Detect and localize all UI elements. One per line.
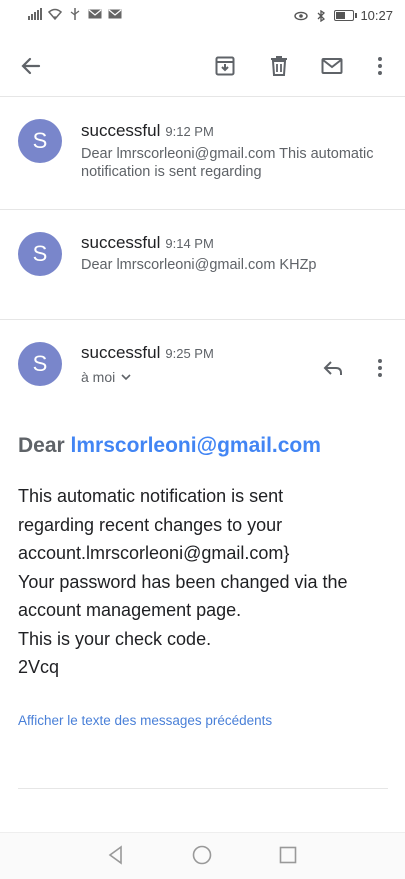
greeting-email-link[interactable]: lmrscorleoni@gmail.com <box>71 434 321 457</box>
message-toolbar <box>0 34 405 97</box>
delete-button[interactable] <box>265 52 293 80</box>
divider <box>18 788 388 789</box>
sender-name-row: successful 9:14 PM <box>81 233 214 253</box>
mail-icon <box>88 8 102 20</box>
nav-recents-icon <box>279 846 297 864</box>
body-line: This automatic notification is sent <box>18 486 284 506</box>
message-greeting: Dear lmrscorleoni@gmail.com <box>18 434 321 458</box>
sender-name: successful <box>81 233 161 252</box>
body-line: account.lmrscorleoni@gmail.com} <box>18 543 290 563</box>
nav-back-button[interactable] <box>104 843 128 867</box>
status-bar-left <box>28 8 122 20</box>
reply-icon <box>323 361 342 375</box>
more-options-button[interactable] <box>366 52 394 80</box>
sender-name-row: successful 9:25 PM <box>81 343 214 363</box>
nav-recents-button[interactable] <box>276 843 300 867</box>
sender-avatar[interactable]: S <box>18 342 62 386</box>
status-bar-right: 10:27 <box>294 8 393 23</box>
archive-icon <box>215 56 235 76</box>
system-navigation-bar <box>0 832 405 879</box>
sender-name-row: successful 9:12 PM <box>81 121 214 141</box>
mark-unread-button[interactable] <box>318 52 346 80</box>
sender-avatar[interactable]: S <box>18 119 62 163</box>
mark-unread-icon <box>321 58 343 74</box>
check-code: 2Vcq <box>18 657 60 677</box>
body-line: account management page. <box>18 600 242 620</box>
status-bar: 10:27 <box>0 0 405 34</box>
greeting-prefix: Dear <box>18 434 65 457</box>
nav-home-icon <box>192 845 212 865</box>
nav-home-button[interactable] <box>190 843 214 867</box>
sender-name: successful <box>81 343 161 362</box>
sender-avatar[interactable]: S <box>18 232 62 276</box>
mail-icon <box>108 8 122 20</box>
thread-message-collapsed[interactable]: S successful 9:14 PM Dear lmrscorleoni@gm… <box>0 209 405 320</box>
eye-icon <box>294 10 309 22</box>
reply-button[interactable] <box>319 354 347 382</box>
message-snippet: Dear lmrscorleoni@gmail.com This automat… <box>81 146 374 180</box>
wifi-icon <box>48 8 62 20</box>
sender-name: successful <box>81 121 161 140</box>
message-time: 9:12 PM <box>165 124 214 139</box>
message-more-button[interactable] <box>366 354 394 382</box>
cellular-signal-icon <box>28 8 42 20</box>
message-time: 9:14 PM <box>165 236 214 251</box>
recipient-details-toggle[interactable]: à moi <box>81 369 133 385</box>
body-line: This is your check code. <box>18 628 212 649</box>
body-line: regarding recent changes to your <box>18 514 283 535</box>
message-snippet: Dear lmrscorleoni@gmail.com KHZp <box>81 257 317 273</box>
message-time: 9:25 PM <box>165 346 214 361</box>
more-vert-icon <box>378 359 382 377</box>
recipient-label: à moi <box>81 369 116 385</box>
back-arrow-icon <box>21 57 41 75</box>
show-quoted-text-link[interactable]: Afficher le texte des messages précédent… <box>18 713 272 728</box>
archive-button[interactable] <box>211 52 239 80</box>
status-time: 10:27 <box>360 8 393 23</box>
usb-icon <box>68 8 82 20</box>
battery-icon <box>334 10 358 21</box>
body-line: Your password has been changed via the <box>18 571 348 592</box>
delete-icon <box>271 56 287 76</box>
nav-back-icon <box>108 845 122 865</box>
message-body: This automatic notification is sent rega… <box>18 482 388 682</box>
more-vert-icon <box>378 57 382 75</box>
bluetooth-icon <box>314 9 328 22</box>
thread-message-collapsed[interactable]: S successful 9:12 PM Dear lmrscorleoni@gm… <box>0 97 405 210</box>
back-button[interactable] <box>17 52 45 80</box>
chevron-down-icon <box>121 374 131 381</box>
